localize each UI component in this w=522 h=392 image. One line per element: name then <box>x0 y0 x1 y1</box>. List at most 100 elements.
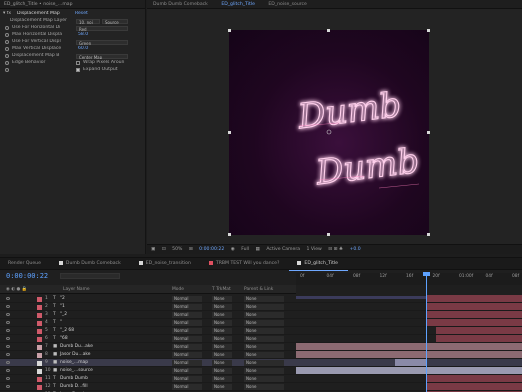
visibility-eye-icon[interactable] <box>6 345 10 348</box>
layer-name[interactable]: Dumb D…ﬁll <box>60 383 88 391</box>
visibility-eye-icon[interactable] <box>6 337 10 340</box>
parent-select[interactable]: None <box>244 384 284 390</box>
layer-row[interactable]: 7 ■ Dumb Du…ake Normal None None <box>0 343 522 351</box>
stopwatch-icon[interactable] <box>5 54 9 58</box>
layer-duration-bar[interactable] <box>427 295 522 302</box>
layer-duration-bar[interactable] <box>296 351 522 358</box>
layer-row[interactable]: 12 T Dumb D…ﬁll Normal None None <box>0 383 522 391</box>
viewer-tab-glitch-title[interactable]: ED_glitch_Title <box>215 0 261 9</box>
layer-duration-bar[interactable] <box>296 343 522 350</box>
viewer-tab-dumb-dumb-comeback[interactable]: Dumb Dumb Comeback <box>147 0 214 9</box>
stopwatch-icon[interactable] <box>5 61 9 65</box>
timeline-tab[interactable]: ED_glitch_Title <box>289 258 349 271</box>
camera-select[interactable]: Active Camera <box>266 247 300 252</box>
expand-output-checkbox[interactable] <box>76 68 80 72</box>
parent-select[interactable]: None <box>244 328 284 334</box>
layer-row[interactable]: 4 T " Normal None None <box>0 319 522 327</box>
stopwatch-icon[interactable] <box>5 33 9 37</box>
max-vertical-value[interactable]: 60.0 <box>78 46 88 52</box>
trkmat-select[interactable]: None <box>212 360 232 366</box>
trkmat-select[interactable]: None <box>212 368 232 374</box>
trkmat-select[interactable]: None <box>212 344 232 350</box>
stopwatch-icon[interactable] <box>5 47 9 51</box>
blend-mode-select[interactable]: Normal <box>172 344 202 350</box>
layer-duration-bar[interactable] <box>395 359 428 366</box>
effect-header-row[interactable]: ▾ fx Displacement Map Reset <box>0 11 146 17</box>
blend-mode-select[interactable]: Normal <box>172 312 202 318</box>
timeline-timecode[interactable]: 0:00:00:22 <box>6 270 48 282</box>
blend-mode-select[interactable]: Normal <box>172 376 202 382</box>
layer-row[interactable]: 10 ■ noise_…source Normal None None <box>0 367 522 375</box>
parent-select[interactable]: None <box>244 368 284 374</box>
layer-duration-bar[interactable] <box>296 367 522 374</box>
wrap-pixels-checkbox[interactable] <box>76 61 80 65</box>
timeline-tab[interactable]: Dumb Dumb Comeback <box>51 258 131 270</box>
layer-label-color[interactable] <box>37 296 42 302</box>
stopwatch-icon[interactable] <box>5 68 9 72</box>
layer-duration-bar[interactable] <box>427 319 522 326</box>
visibility-eye-icon[interactable] <box>6 377 10 380</box>
layer-label-color[interactable] <box>37 368 42 374</box>
parent-select[interactable]: None <box>244 344 284 350</box>
layer-search-input[interactable] <box>60 273 120 279</box>
visibility-eye-icon[interactable] <box>6 329 10 332</box>
layer-name[interactable]: Dumb Du…ake <box>60 343 93 351</box>
layer-name[interactable]: "_2 68 <box>60 327 74 335</box>
parent-select[interactable]: None <box>244 296 284 302</box>
trkmat-select[interactable]: None <box>212 384 232 390</box>
effect-controls-tab[interactable]: ED_glitch_Title • noise_…map <box>0 0 145 9</box>
fx-toggle-icon[interactable]: ▾ fx <box>3 11 11 17</box>
trkmat-select[interactable]: None <box>212 328 232 334</box>
current-time[interactable]: 0:00:00:22 <box>199 247 224 252</box>
resolution-select[interactable]: Full <box>241 247 249 252</box>
layer-name[interactable]: "_2 <box>60 311 67 319</box>
parent-select[interactable]: None <box>244 360 284 366</box>
layer-duration-bar[interactable] <box>427 303 522 310</box>
layer-label-color[interactable] <box>37 360 42 366</box>
layer-row[interactable]: 3 T "_2 Normal None None <box>0 311 522 319</box>
layer-label-color[interactable] <box>37 320 42 326</box>
trkmat-select[interactable]: None <box>212 304 232 310</box>
blend-mode-select[interactable]: Normal <box>172 320 202 326</box>
visibility-eye-icon[interactable] <box>6 321 10 324</box>
layer-row[interactable]: 5 T "_2 68 Normal None None <box>0 327 522 335</box>
layer-row[interactable]: 2 T "1 Normal None None <box>0 303 522 311</box>
vertical-channel-select[interactable]: Green <box>76 39 128 45</box>
parent-select[interactable]: None <box>244 352 284 358</box>
blend-mode-select[interactable]: Normal <box>172 336 202 342</box>
layer-name[interactable]: "68 <box>60 335 68 343</box>
stopwatch-icon[interactable] <box>5 40 9 44</box>
layer-label-color[interactable] <box>37 312 42 318</box>
visibility-eye-icon[interactable] <box>6 385 10 388</box>
trkmat-select[interactable]: None <box>212 376 232 382</box>
transparency-grid-icon[interactable]: ▦ <box>256 247 260 252</box>
layer-duration-bar[interactable] <box>427 383 522 390</box>
region-icon[interactable]: ⊡ <box>162 247 166 252</box>
map-behavior-select[interactable]: Center Map <box>76 53 128 59</box>
visibility-eye-icon[interactable] <box>6 305 10 308</box>
visibility-eye-icon[interactable] <box>6 369 10 372</box>
blend-mode-select[interactable]: Normal <box>172 384 202 390</box>
blend-mode-select[interactable]: Normal <box>172 352 202 358</box>
column-parent[interactable]: Parent & Link <box>244 285 273 294</box>
source-select[interactable]: Source <box>102 18 128 24</box>
layer-row[interactable]: 9 ■ noise_…map Normal None None <box>0 359 522 367</box>
max-horizontal-value[interactable]: 58.0 <box>78 32 88 38</box>
layer-duration-bar[interactable] <box>427 311 522 318</box>
visibility-eye-icon[interactable] <box>6 313 10 316</box>
trkmat-select[interactable]: None <box>212 336 232 342</box>
layer-row[interactable]: 8 ■ Jasor Du…ake Normal None None <box>0 351 522 359</box>
layer-row[interactable]: 1 T "2 Normal None None <box>0 295 522 303</box>
playhead-line[interactable] <box>426 272 427 392</box>
composition-canvas[interactable]: Dumb Dumb <box>228 29 430 236</box>
stopwatch-icon[interactable] <box>5 26 9 30</box>
viewer-tab-noise-source[interactable]: ED_noise_source <box>262 0 313 9</box>
exposure-value[interactable]: +0.0 <box>350 247 361 252</box>
blend-mode-select[interactable]: Normal <box>172 296 202 302</box>
grid-icon[interactable]: ⊞ <box>189 247 193 252</box>
blend-mode-select[interactable]: Normal <box>172 328 202 334</box>
layer-label-color[interactable] <box>37 344 42 350</box>
parent-select[interactable]: None <box>244 304 284 310</box>
layer-name[interactable]: " <box>60 319 62 327</box>
time-ruler[interactable]: 0f 04f 08f 12f 16f 20f 01:00f 04f 08f <box>296 273 522 285</box>
